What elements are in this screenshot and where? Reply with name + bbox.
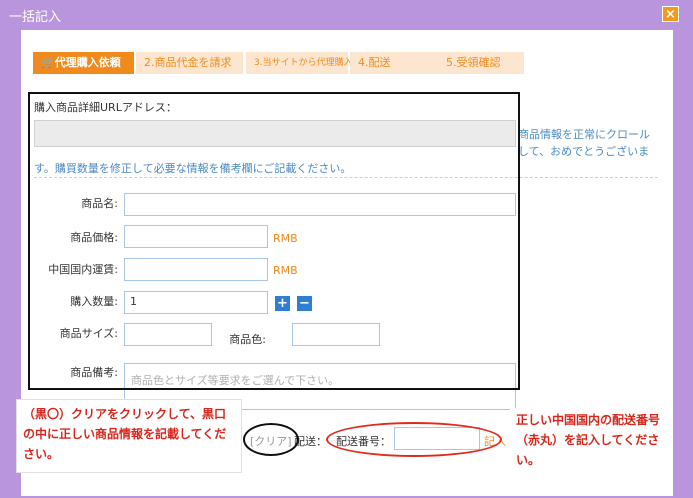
step-1: 🛒代理購入依頼 <box>33 52 134 74</box>
clear-highlight-circle <box>243 423 299 456</box>
close-icon[interactable]: × <box>662 6 679 22</box>
window-titlebar: 一括記入 × <box>0 0 693 28</box>
tracking-instruction-note: 正しい中国国内の配送番号（赤丸）を記入してください。 <box>510 408 666 470</box>
crawl-success-note: 商品情報を正常にクロール して、おめでとうございま <box>518 126 650 160</box>
shipping-label: 配送： <box>294 435 327 448</box>
step-3: 3.当サイトから代理購入 <box>246 52 353 74</box>
crawl-success-line2: して、おめでとうございま <box>518 145 650 158</box>
step-5: 5.受領確認 <box>438 52 524 74</box>
crawl-success-line1: 商品情報を正常にクロール <box>518 128 650 141</box>
step-1-label: 代理購入依頼 <box>54 56 121 69</box>
clear-instruction-note: （黒〇）クリアをクリックして、黒口の中に正しい商品情報を記載してください。 <box>16 399 242 473</box>
window-title: 一括記入 <box>9 10 62 25</box>
step-2: 2.商品代金を請求 <box>136 52 243 74</box>
step-4: 4.配送 <box>350 52 446 74</box>
cart-icon: 🛒 <box>41 56 55 69</box>
product-info-frame <box>28 92 520 390</box>
tracking-highlight-circle <box>326 422 502 457</box>
